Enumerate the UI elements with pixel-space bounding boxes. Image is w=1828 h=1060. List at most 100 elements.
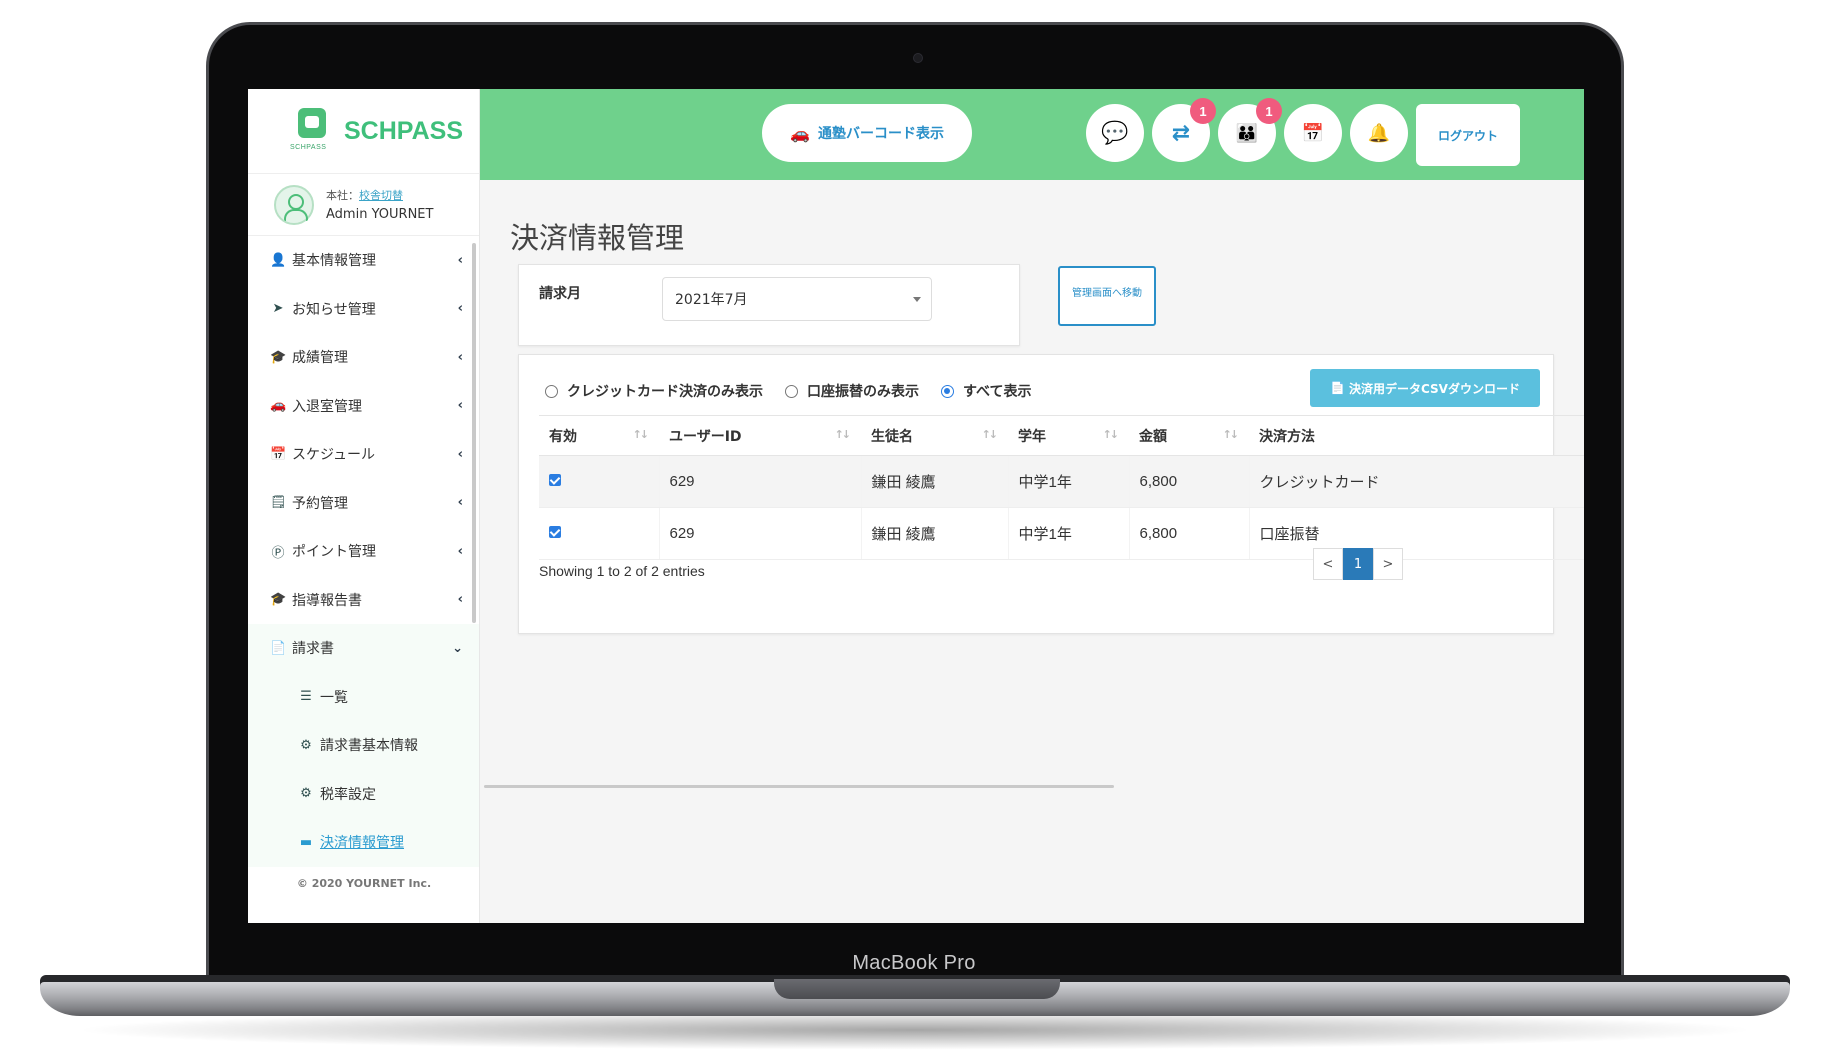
sort-icon: ↑↓ <box>834 428 852 441</box>
next-page-button[interactable]: > <box>1373 548 1403 580</box>
topbar: 🚗 通塾バーコード表示 💬 ⇄ 1 👪 1 📅 🔔 ログアウト <box>480 89 1584 180</box>
parents-badge: 1 <box>1256 98 1282 124</box>
laptop-shadow <box>70 1010 1760 1050</box>
transfer-button[interactable]: ⇄ 1 <box>1152 98 1216 162</box>
chevron-left-icon: ‹ <box>457 301 463 317</box>
sidebar-item-8[interactable]: 🎓 指導報告書 ‹ <box>248 576 479 625</box>
table-header-row: 有効 ↑↓ ユーザーID ↑↓ 生徒名 ↑↓ 学年 ↑↓ 金額 ↑↓ 決済方法 <box>539 415 1584 456</box>
sidebar-item-6[interactable]: 🗒 予約管理 ‹ <box>248 479 479 528</box>
sidebar-item-2[interactable]: ➤ お知らせ管理 ‹ <box>248 285 479 334</box>
sidebar-menu: 👤 基本情報管理 ‹ ➤ お知らせ管理 ‹ 🎓 成績管理 ‹ 🚗 入退室管理 ‹ 📅 スケジュール ‹ 🗒 予約… <box>248 236 479 867</box>
bell-icon: 🔔 <box>1367 122 1391 144</box>
sidebar-item-4[interactable]: 🚗 入退室管理 ‹ <box>248 382 479 431</box>
active-checkbox[interactable] <box>549 526 561 538</box>
sidebar-item-1[interactable]: 👤 基本情報管理 ‹ <box>248 236 479 285</box>
display-filter-radios: クレジットカード決済のみ表示 口座振替のみ表示 すべて表示 <box>545 381 1053 401</box>
calendar-icon: 📅 <box>1301 122 1325 144</box>
cell-payment-method: クレジットカード <box>1249 455 1584 508</box>
sidebar-item-label: ポイント管理 <box>292 544 376 561</box>
gear-icon: ⚙ <box>300 786 312 802</box>
column-header-user-id[interactable]: ユーザーID ↑↓ <box>659 415 861 456</box>
sort-icon: ↑↓ <box>981 428 999 441</box>
calendar-button[interactable]: 📅 <box>1284 104 1342 162</box>
chat-button[interactable]: 💬 <box>1086 104 1144 162</box>
active-checkbox[interactable] <box>549 474 561 486</box>
horizontal-scrollbar[interactable] <box>484 785 1114 788</box>
prev-page-button[interactable]: < <box>1313 548 1343 580</box>
sidebar-item-3[interactable]: 🎓 成績管理 ‹ <box>248 333 479 382</box>
submenu-item-label: 請求書基本情報 <box>320 738 418 755</box>
sidebar-item-label: お知らせ管理 <box>292 301 376 318</box>
logo-mini-text: SCHPASS <box>290 144 327 151</box>
list-icon: ☰ <box>300 689 312 705</box>
point-icon: Ⓟ <box>271 545 285 561</box>
chevron-left-icon: ‹ <box>457 398 463 414</box>
laptop-notch <box>774 979 1060 999</box>
sort-icon: ↑↓ <box>1102 428 1120 441</box>
parents-button[interactable]: 👪 1 <box>1218 98 1282 162</box>
calendar-icon: 📅 <box>270 446 287 462</box>
sidebar-item-7[interactable]: Ⓟ ポイント管理 ‹ <box>248 527 479 576</box>
page-title: 決済情報管理 <box>510 221 685 255</box>
entries-info: Showing 1 to 2 of 2 entries <box>539 563 705 579</box>
chevron-down-icon: ⌄ <box>452 640 463 656</box>
month-select[interactable]: 2021年7月 <box>662 277 932 321</box>
paper-plane-icon: ➤ <box>272 301 284 317</box>
submenu-item-label: 税率設定 <box>320 786 376 803</box>
barcode-button[interactable]: 🚗 通塾バーコード表示 <box>762 104 972 162</box>
reservation-icon: 🗒 <box>270 495 287 511</box>
submenu-item-1[interactable]: ☰ 一覧 <box>248 673 479 722</box>
car-icon: 🚗 <box>270 398 287 414</box>
column-header-payment-method[interactable]: 決済方法 <box>1249 415 1584 456</box>
sidebar-item-9[interactable]: 📄 請求書 ⌄ <box>248 624 479 673</box>
cell-user-id: 629 <box>659 455 862 508</box>
move-to-admin-button[interactable]: 管理画面へ移動 <box>1058 266 1156 326</box>
column-header-student-name[interactable]: 生徒名 ↑↓ <box>861 415 1008 456</box>
column-header-amount[interactable]: 金額 ↑↓ <box>1129 415 1249 456</box>
sidebar-item-label: 請求書 <box>292 641 334 658</box>
cell-grade: 中学1年 <box>1008 507 1130 560</box>
radio-label: 口座振替のみ表示 <box>807 384 919 400</box>
credit-card-icon: ▬ <box>299 834 313 850</box>
user-name: Admin YOURNET <box>326 206 434 222</box>
sidebar-item-label: スケジュール <box>292 447 376 464</box>
sort-icon: ↑↓ <box>632 428 650 441</box>
filter-label: 請求月 <box>539 286 581 302</box>
cell-payment-method: 口座振替 <box>1249 507 1584 560</box>
avatar <box>274 184 314 225</box>
cell-student-name: 鎌田 綾鷹 <box>861 455 1009 508</box>
chevron-left-icon: ‹ <box>457 252 463 268</box>
payment-table: 有効 ↑↓ ユーザーID ↑↓ 生徒名 ↑↓ 学年 ↑↓ 金額 ↑↓ 決済方法 629 鎌… <box>539 415 1584 560</box>
filter-panel: 請求月 2021年7月 <box>518 264 1020 346</box>
column-header-grade[interactable]: 学年 ↑↓ <box>1008 415 1129 456</box>
csv-download-button[interactable]: 📄 決済用データCSVダウンロード <box>1310 369 1540 407</box>
parent-child-icon: 👪 <box>1235 122 1259 144</box>
submenu-item-2[interactable]: ⚙ 請求書基本情報 <box>248 721 479 770</box>
school-switch-link[interactable]: 校舎切替 <box>359 189 403 202</box>
camera <box>913 53 923 63</box>
radio-circle <box>785 384 798 398</box>
file-icon: 📄 <box>270 640 287 656</box>
sidebar-item-5[interactable]: 📅 スケジュール ‹ <box>248 430 479 479</box>
page-button-current[interactable]: 1 <box>1343 548 1373 580</box>
user-icon: 👤 <box>270 252 287 268</box>
radio-bank-only[interactable]: 口座振替のみ表示 <box>785 381 919 401</box>
car-icon: 🚗 <box>790 123 810 143</box>
submenu-item-4[interactable]: ▬ 決済情報管理 <box>248 818 479 867</box>
sidebar-item-label: 基本情報管理 <box>292 253 376 270</box>
cell-amount: 6,800 <box>1129 507 1250 560</box>
sidebar-scrollbar[interactable] <box>472 243 476 623</box>
school-prefix: 本社： <box>326 188 359 202</box>
chevron-left-icon: ‹ <box>457 592 463 608</box>
chevron-left-icon: ‹ <box>457 446 463 462</box>
copyright: © 2020 YOURNET Inc. <box>296 877 432 890</box>
chevron-left-icon: ‹ <box>457 349 463 365</box>
submenu-item-3[interactable]: ⚙ 税率設定 <box>248 770 479 819</box>
brand[interactable]: SCHPASS SCHPASS <box>248 89 479 174</box>
radio-show-all[interactable]: すべて表示 <box>941 381 1031 401</box>
logout-button[interactable]: ログアウト <box>1416 104 1520 166</box>
notification-button[interactable]: 🔔 <box>1350 104 1408 162</box>
radio-credit-only[interactable]: クレジットカード決済のみ表示 <box>545 381 763 401</box>
column-header-active[interactable]: 有効 ↑↓ <box>539 415 659 456</box>
table-row: 629 鎌田 綾鷹 中学1年 6,800 口座振替 <box>539 507 1584 560</box>
